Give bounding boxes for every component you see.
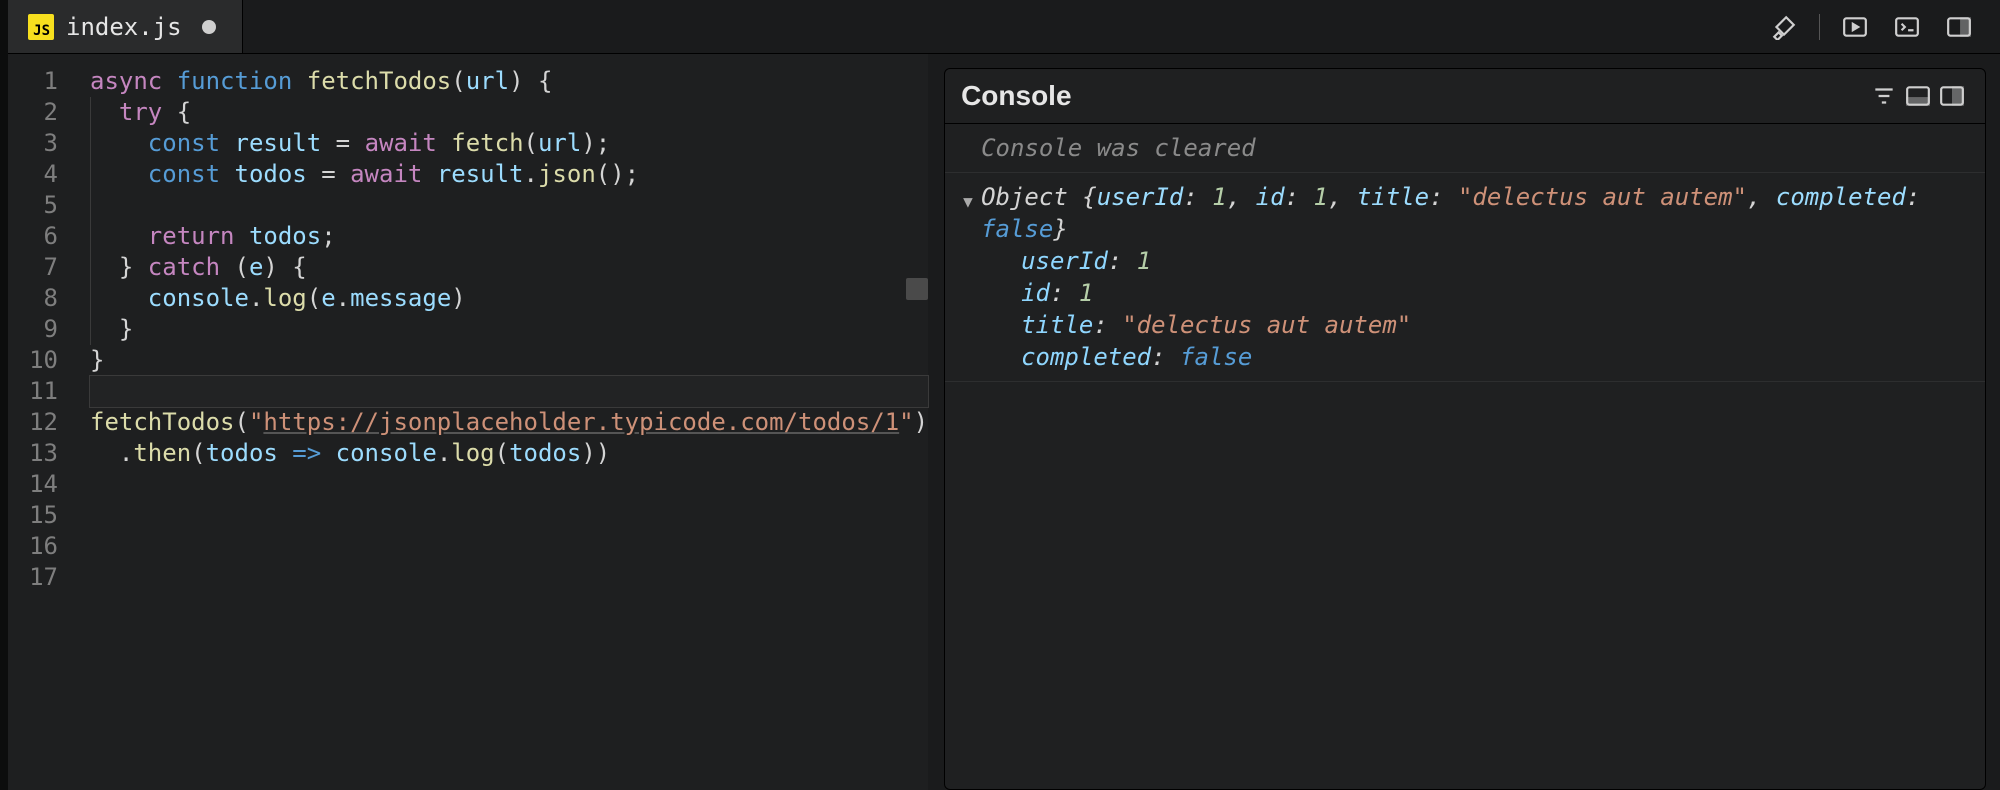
- code-line[interactable]: [90, 376, 928, 407]
- code-line[interactable]: console.log(e.message): [90, 283, 928, 314]
- code-line[interactable]: const todos = await result.json();: [90, 159, 928, 190]
- code-line[interactable]: }: [90, 314, 928, 345]
- line-number: 4: [8, 159, 58, 190]
- panel-layout-icon[interactable]: [1942, 10, 1976, 44]
- console-panel: Console Console was cleared ▼: [944, 68, 1986, 790]
- code-line[interactable]: [90, 500, 928, 531]
- line-number: 3: [8, 128, 58, 159]
- console-body[interactable]: Console was cleared ▼ Object {userId: 1,…: [945, 124, 1985, 789]
- code-line[interactable]: [90, 531, 928, 562]
- line-number: 6: [8, 221, 58, 252]
- line-number: 15: [8, 500, 58, 531]
- toolbar-separator: [1819, 14, 1820, 40]
- console-object-property: completed: false: [1021, 341, 1967, 373]
- line-number: 17: [8, 562, 58, 593]
- line-number: 10: [8, 345, 58, 376]
- panel-bottom-icon[interactable]: [1901, 79, 1935, 113]
- tab-filename: index.js: [66, 13, 182, 41]
- editor-toolbar: [1767, 0, 2000, 53]
- code-line[interactable]: return todos;: [90, 221, 928, 252]
- js-file-icon: JS: [28, 14, 54, 40]
- console-cleared-message: Console was cleared: [945, 124, 1985, 173]
- line-number-gutter: 1234567891011121314151617: [8, 54, 88, 790]
- line-number: 11: [8, 376, 58, 407]
- disclosure-triangle-icon[interactable]: ▼: [963, 186, 973, 218]
- console-object-property: title: "delectus aut autem": [1021, 309, 1967, 341]
- code-line[interactable]: } catch (e) {: [90, 252, 928, 283]
- code-line[interactable]: async function fetchTodos(url) {: [90, 66, 928, 97]
- line-number: 1: [8, 66, 58, 97]
- code-area[interactable]: async function fetchTodos(url) { try { c…: [88, 54, 928, 790]
- console-object-property: userId: 1: [1021, 245, 1967, 277]
- console-object-property: id: 1: [1021, 277, 1967, 309]
- console-title: Console: [961, 80, 1071, 112]
- code-line[interactable]: [90, 469, 928, 500]
- line-number: 8: [8, 283, 58, 314]
- code-editor[interactable]: 1234567891011121314151617 async function…: [8, 54, 928, 790]
- filter-icon[interactable]: [1867, 79, 1901, 113]
- tab-bar: JS index.js: [8, 0, 2000, 54]
- line-number: 13: [8, 438, 58, 469]
- line-number: 5: [8, 190, 58, 221]
- line-number: 2: [8, 97, 58, 128]
- code-line[interactable]: [90, 562, 928, 593]
- code-line[interactable]: }: [90, 345, 928, 376]
- line-number: 7: [8, 252, 58, 283]
- minimap-thumb[interactable]: [906, 278, 928, 300]
- code-line[interactable]: try {: [90, 97, 928, 128]
- line-number: 16: [8, 531, 58, 562]
- code-line[interactable]: .then(todos => console.log(todos)): [90, 438, 928, 469]
- code-line[interactable]: const result = await fetch(url);: [90, 128, 928, 159]
- panel-side-icon[interactable]: [1935, 79, 1969, 113]
- line-number: 14: [8, 469, 58, 500]
- file-tab[interactable]: JS index.js: [8, 0, 243, 53]
- console-log-entry[interactable]: ▼ Object {userId: 1, id: 1, title: "dele…: [945, 173, 1985, 382]
- code-line[interactable]: fetchTodos("https://jsonplaceholder.typi…: [90, 407, 928, 438]
- console-header: Console: [945, 69, 1985, 124]
- dirty-indicator-icon: [202, 20, 216, 34]
- line-number: 12: [8, 407, 58, 438]
- terminal-icon[interactable]: [1890, 10, 1924, 44]
- line-number: 9: [8, 314, 58, 345]
- brush-icon[interactable]: [1767, 10, 1801, 44]
- code-line[interactable]: [90, 190, 928, 221]
- play-panel-icon[interactable]: [1838, 10, 1872, 44]
